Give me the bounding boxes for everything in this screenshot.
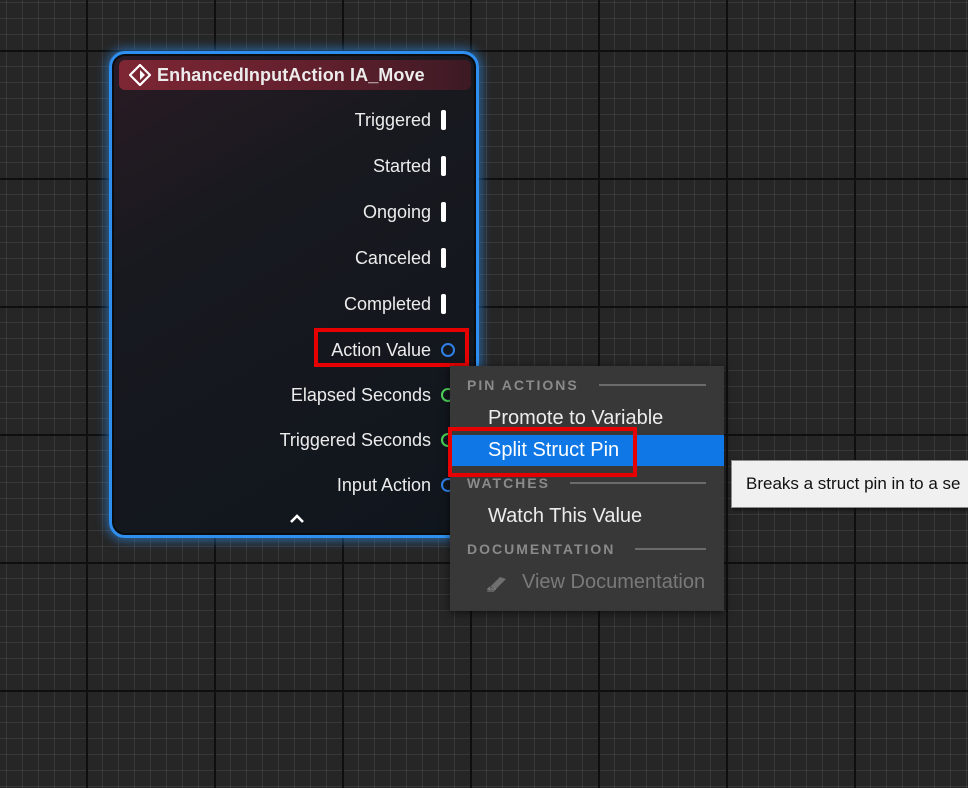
menu-item-view-documentation[interactable]: View Documentation [450,567,724,598]
pin-label: Completed [343,293,431,314]
pin-completed[interactable]: Completed [344,292,446,316]
section-divider [598,384,706,386]
pin-input-action[interactable]: Input Action [337,473,455,497]
tooltip-text: Breaks a struct pin in to a se [746,474,961,493]
event-node[interactable]: EnhancedInputAction IA_Move Triggered St… [109,51,479,538]
exec-pin-icon[interactable] [441,110,446,130]
menu-item-label: View Documentation [522,571,706,593]
pin-label: Canceled [354,247,431,268]
section-heading-documentation: DOCUMENTATION [467,540,706,558]
struct-pin-icon[interactable] [441,343,455,357]
pin-started[interactable]: Started [373,154,446,178]
section-divider [569,482,706,484]
menu-item-split-struct-pin[interactable]: Split Struct Pin [450,435,724,466]
pin-action-value[interactable]: Action Value [331,338,455,362]
section-heading-watches: WATCHES [467,474,706,492]
section-heading-pin-actions: PIN ACTIONS [467,376,706,394]
menu-item-watch-this-value[interactable]: Watch This Value [450,501,724,532]
node-title: EnhancedInputAction IA_Move [157,64,425,85]
section-heading-label: DOCUMENTATION [467,541,616,557]
menu-item-promote-to-variable[interactable]: Promote to Variable [450,403,724,434]
exec-pin-icon[interactable] [441,248,446,268]
chevron-up-icon[interactable] [288,510,306,528]
pin-context-menu: PIN ACTIONS Promote to Variable Split St… [450,366,724,611]
section-heading-label: WATCHES [467,475,550,491]
pin-label: Input Action [336,474,431,495]
exec-pin-icon[interactable] [441,294,446,314]
pin-label: Elapsed Seconds [290,384,431,405]
node-header[interactable]: EnhancedInputAction IA_Move [119,60,471,90]
exec-pin-icon[interactable] [441,202,446,222]
pin-label: Triggered [354,109,431,130]
event-diamond-icon [129,64,151,86]
pin-canceled[interactable]: Canceled [355,246,446,270]
pin-label: Triggered Seconds [279,429,431,450]
pin-label: Action Value [331,339,431,360]
section-divider [635,548,706,550]
section-heading-label: PIN ACTIONS [467,377,579,393]
pin-elapsed-seconds[interactable]: Elapsed Seconds [291,383,455,407]
pin-triggered-seconds[interactable]: Triggered Seconds [280,428,455,452]
pin-label: Ongoing [362,201,431,222]
exec-pin-icon[interactable] [441,156,446,176]
tooltip: Breaks a struct pin in to a se [731,460,968,508]
documentation-icon [486,573,508,593]
pin-label: Started [372,155,431,176]
pin-triggered[interactable]: Triggered [355,108,446,132]
pin-ongoing[interactable]: Ongoing [363,200,446,224]
